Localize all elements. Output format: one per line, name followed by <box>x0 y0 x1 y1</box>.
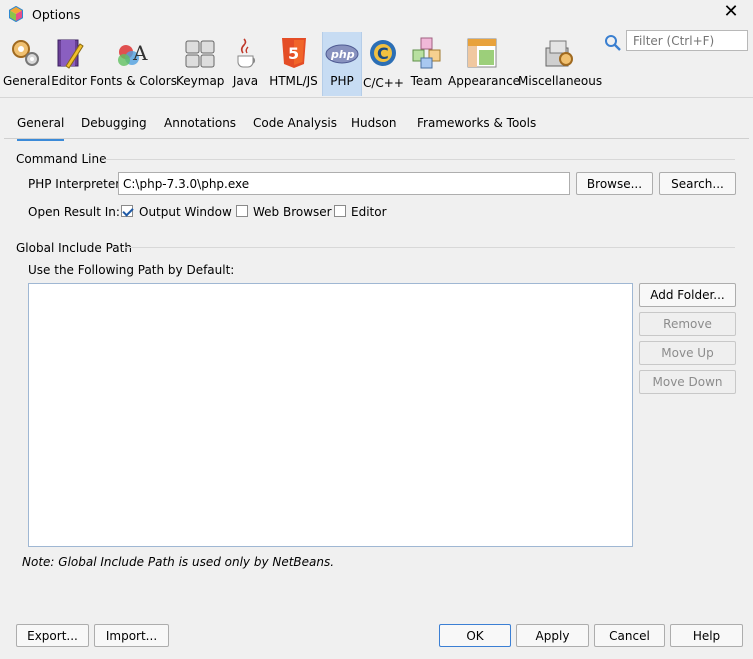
search-button[interactable]: Search... <box>659 172 736 195</box>
svg-text:A: A <box>132 41 148 65</box>
include-path-list-label: Use the Following Path by Default: <box>28 263 235 277</box>
miscellaneous-icon <box>545 40 573 67</box>
tab-annotations[interactable]: Annotations <box>164 116 236 138</box>
php-interpreter-label: PHP Interpreter: <box>28 177 124 191</box>
category-label: PHP <box>330 74 354 88</box>
category-label: Team <box>410 74 443 88</box>
export-button[interactable]: Export... <box>16 624 89 647</box>
category-team[interactable]: Team <box>408 32 445 96</box>
category-label: Editor <box>51 74 87 88</box>
category-label: C/C++ <box>363 76 404 90</box>
editor-icon <box>57 39 84 69</box>
html5-icon: 5 <box>281 38 306 68</box>
category-keymap[interactable]: Keymap <box>176 32 224 96</box>
svg-text:C: C <box>377 44 389 63</box>
category-label: HTML/JS <box>269 74 318 88</box>
category-java[interactable]: Java <box>230 32 261 96</box>
tab-debugging[interactable]: Debugging <box>81 116 147 138</box>
add-folder-button[interactable]: Add Folder... <box>639 283 736 307</box>
section-divider <box>104 159 735 160</box>
category-general[interactable]: General <box>3 32 51 96</box>
gears-icon <box>11 40 39 66</box>
include-path-note: Note: Global Include Path is used only b… <box>22 555 335 569</box>
ok-button[interactable]: OK <box>439 624 511 647</box>
php-icon: php <box>325 44 359 64</box>
tab-divider <box>4 138 749 139</box>
svg-text:php: php <box>330 48 355 61</box>
category-fonts-colors[interactable]: A Fonts & Colors <box>90 32 177 96</box>
filter-input[interactable] <box>626 30 748 51</box>
category-label: Miscellaneous <box>518 74 603 88</box>
tab-hudson[interactable]: Hudson <box>351 116 396 138</box>
category-label: Keymap <box>176 74 225 88</box>
remove-button[interactable]: Remove <box>639 312 736 336</box>
editor-label[interactable]: Editor <box>351 205 387 219</box>
web-browser-checkbox[interactable] <box>236 205 248 217</box>
close-icon[interactable]: ✕ <box>721 3 741 23</box>
category-appearance[interactable]: Appearance <box>448 32 521 96</box>
section-divider <box>125 247 735 248</box>
fonts-colors-icon: A <box>118 41 148 66</box>
include-path-list[interactable] <box>28 283 633 547</box>
output-window-checkbox[interactable] <box>121 205 133 217</box>
browse-button[interactable]: Browse... <box>576 172 653 195</box>
category-cpp[interactable]: C C/C++ <box>363 32 404 96</box>
category-html-js[interactable]: 5 HTML/JS <box>267 32 320 96</box>
apply-button[interactable]: Apply <box>516 624 589 647</box>
command-line-section-title: Command Line <box>16 152 107 166</box>
output-window-label[interactable]: Output Window <box>139 205 232 219</box>
java-icon <box>237 38 255 68</box>
editor-checkbox[interactable] <box>334 205 346 217</box>
move-up-button[interactable]: Move Up <box>639 341 736 365</box>
web-browser-label[interactable]: Web Browser <box>253 205 332 219</box>
cancel-button[interactable]: Cancel <box>594 624 665 647</box>
cpp-icon: C <box>370 40 396 66</box>
category-php[interactable]: php PHP <box>322 32 362 96</box>
move-down-button[interactable]: Move Down <box>639 370 736 394</box>
category-label: General <box>3 74 51 88</box>
svg-text:5: 5 <box>288 44 299 63</box>
team-icon <box>412 37 440 69</box>
tab-code-analysis[interactable]: Code Analysis <box>253 116 337 138</box>
open-result-label: Open Result In: <box>28 205 120 219</box>
tab-frameworks-tools[interactable]: Frameworks & Tools <box>417 116 536 138</box>
category-label: Fonts & Colors <box>90 74 177 88</box>
category-label: Java <box>232 74 259 88</box>
import-button[interactable]: Import... <box>94 624 169 647</box>
window-title: Options <box>32 7 81 22</box>
php-interpreter-field[interactable] <box>118 172 570 195</box>
appearance-icon <box>467 38 496 68</box>
category-miscellaneous[interactable]: Miscellaneous <box>518 32 603 96</box>
help-button[interactable]: Help <box>670 624 743 647</box>
toolbar-separator <box>0 97 753 98</box>
search-icon <box>605 35 621 51</box>
app-logo-icon <box>8 5 24 23</box>
category-editor[interactable]: Editor <box>50 32 88 96</box>
category-label: Appearance <box>448 74 521 88</box>
keymap-icon <box>185 40 215 68</box>
include-path-section-title: Global Include Path <box>16 241 132 255</box>
